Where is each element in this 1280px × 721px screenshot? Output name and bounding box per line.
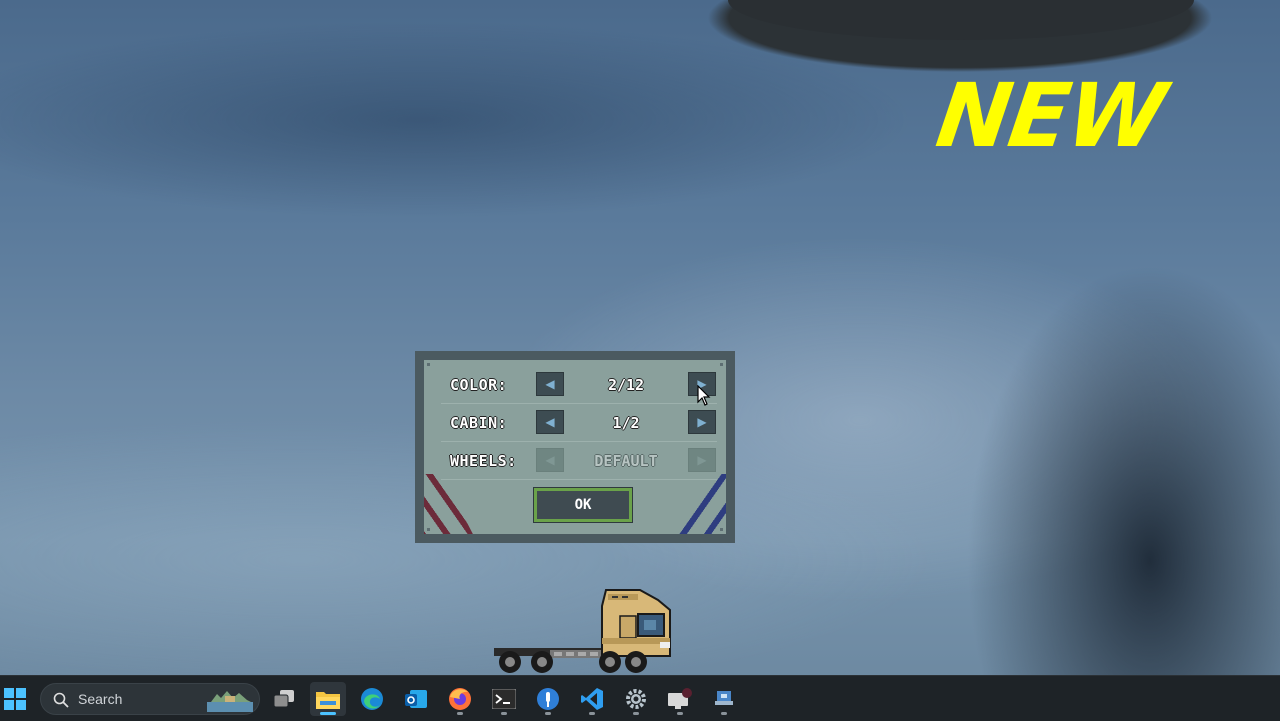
dialog-panel: COLOR: ◀ 2/12 ▶ CABIN: ◀ 1/2 ▶ WHEELS: ◀… [424,360,726,534]
color-value: 2/12 [607,376,645,394]
divider [441,441,717,442]
start-button[interactable] [0,682,33,716]
search-input[interactable]: Search [40,683,260,715]
file-explorer-icon [316,692,340,709]
cabin-prev-button[interactable]: ◀ [536,410,564,434]
firefox-button[interactable] [442,682,478,716]
arrow-right-icon: ▶ [697,415,707,429]
corner-rivet [720,363,723,366]
cabin-next-button[interactable]: ▶ [688,410,716,434]
wheels-value: DEFAULT [594,452,658,470]
truck-sprite[interactable] [490,586,672,674]
terminal-icon [492,689,516,709]
color-label: COLOR: [450,376,508,394]
task-view-button[interactable] [266,682,302,716]
divider [441,479,717,480]
decor-stripes-right [664,474,726,534]
start-icon [4,688,26,710]
arrow-left-icon: ◀ [545,415,555,429]
truck-customize-dialog: COLOR: ◀ 2/12 ▶ CABIN: ◀ 1/2 ▶ WHEELS: ◀… [415,351,735,543]
app-window-button[interactable] [706,682,742,716]
corner-rivet [720,528,723,531]
remote-desktop-icon [668,688,692,709]
outlook-icon [405,690,427,708]
search-placeholder: Search [78,691,123,707]
task-view-icon [274,690,294,708]
outlook-button[interactable] [398,682,434,716]
cabin-row: CABIN: ◀ 1/2 ▶ [441,410,717,436]
firefox-icon [449,688,471,710]
corner-rivet [427,363,430,366]
settings-button[interactable] [618,682,654,716]
search-icon [53,692,69,708]
pin-app-icon [537,688,559,710]
file-explorer-button[interactable] [310,682,346,716]
arrow-left-icon: ◀ [545,377,555,391]
edge-icon [361,688,383,710]
search-highlight-icon [207,691,253,712]
cabin-value: 1/2 [612,414,640,432]
color-prev-button[interactable]: ◀ [536,372,564,396]
wheels-next-button[interactable]: ▶ [688,448,716,472]
vscode-button[interactable] [574,682,610,716]
vscode-icon [581,688,603,710]
color-row: COLOR: ◀ 2/12 ▶ [441,372,717,398]
decor-stripes-left [424,474,478,534]
rock-shoreline [728,0,1194,40]
arrow-right-icon: ▶ [697,453,707,467]
taskbar: Search [0,675,1280,721]
app-window-icon [715,691,733,705]
cabin-label: CABIN: [450,414,508,432]
arrow-left-icon: ◀ [545,453,555,467]
settings-icon [626,689,646,709]
pin-app-button[interactable] [530,682,566,716]
terminal-button[interactable] [486,682,522,716]
ok-button[interactable]: OK [533,487,633,523]
wheels-prev-button[interactable]: ◀ [536,448,564,472]
new-label: NEW [930,64,1171,167]
wheels-row: WHEELS: ◀ DEFAULT ▶ [441,448,717,474]
edge-button[interactable] [354,682,390,716]
divider [441,403,717,404]
remote-desktop-button[interactable] [662,682,698,716]
wheels-label: WHEELS: [450,452,517,470]
mouse-cursor-icon [697,385,711,406]
corner-rivet [427,528,430,531]
